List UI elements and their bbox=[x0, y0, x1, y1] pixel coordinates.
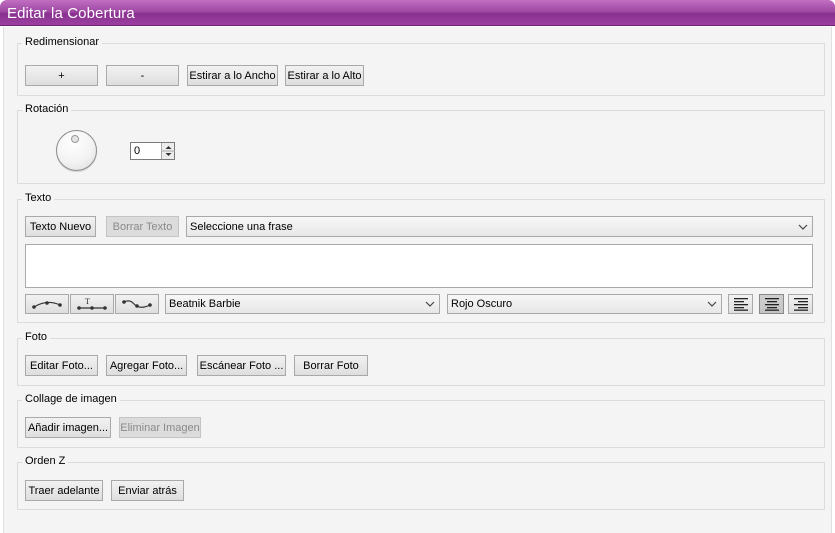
phrase-select[interactable]: Seleccione una frase bbox=[186, 216, 813, 237]
text-legend: Texto bbox=[22, 191, 55, 205]
add-photo-button[interactable]: Agregar Foto... bbox=[106, 355, 187, 376]
wave-path-icon bbox=[122, 300, 152, 308]
align-left-button[interactable] bbox=[728, 294, 753, 314]
rotation-group: Rotación 0 bbox=[17, 102, 825, 184]
send-back-button[interactable]: Enviar atrás bbox=[111, 480, 184, 501]
rotation-dial[interactable] bbox=[56, 130, 97, 171]
font-select[interactable]: Beatnik Barbie bbox=[165, 294, 440, 314]
rotation-spin-arrows[interactable] bbox=[161, 143, 175, 159]
spin-arrows-icon bbox=[162, 146, 175, 156]
align-center-button[interactable] bbox=[759, 294, 784, 314]
chevron-down-icon bbox=[425, 301, 435, 307]
font-select-value: Beatnik Barbie bbox=[169, 298, 241, 310]
align-right-button[interactable] bbox=[788, 294, 813, 314]
arc-path-icon bbox=[32, 301, 62, 309]
svg-text:T: T bbox=[85, 297, 90, 306]
text-group: Texto Texto Nuevo Borrar Texto Seleccion… bbox=[17, 191, 825, 323]
straight-path-icon: T bbox=[77, 297, 107, 310]
phrase-select-value: Seleccione una frase bbox=[190, 220, 293, 233]
enlarge-button[interactable]: + bbox=[25, 65, 98, 86]
zorder-legend: Orden Z bbox=[22, 454, 69, 468]
resize-legend: Redimensionar bbox=[22, 35, 102, 49]
rotation-spinbox[interactable]: 0 bbox=[130, 142, 175, 160]
straight-path-button[interactable]: T bbox=[70, 294, 114, 314]
photo-group: Foto Editar Foto... Agregar Foto... Escá… bbox=[17, 330, 825, 386]
photo-legend: Foto bbox=[22, 330, 51, 344]
fit-height-button[interactable]: Estirar a lo Alto bbox=[285, 65, 364, 86]
rotation-legend: Rotación bbox=[22, 102, 72, 116]
zorder-group: Orden Z Traer adelante Enviar atrás bbox=[17, 454, 825, 510]
add-image-button[interactable]: Añadir imagen... bbox=[25, 417, 111, 438]
bring-front-button[interactable]: Traer adelante bbox=[25, 480, 103, 501]
chevron-down-icon bbox=[707, 301, 717, 307]
edit-photo-button[interactable]: Editar Foto... bbox=[25, 355, 98, 376]
collage-legend: Collage de imagen bbox=[22, 392, 120, 406]
title-bar: Editar la Cobertura bbox=[0, 0, 835, 26]
rotation-dial-handle[interactable] bbox=[71, 135, 79, 143]
resize-group: Redimensionar + - Estirar a lo Ancho Est… bbox=[17, 35, 825, 96]
text-input-area[interactable] bbox=[25, 244, 813, 288]
window-title: Editar la Cobertura bbox=[7, 5, 135, 22]
align-right-icon bbox=[793, 298, 808, 311]
new-text-button[interactable]: Texto Nuevo bbox=[25, 216, 96, 237]
chevron-down-icon bbox=[798, 224, 808, 230]
align-center-icon bbox=[764, 298, 779, 311]
arc-path-button[interactable] bbox=[25, 294, 69, 314]
color-select-value: Rojo Oscuro bbox=[451, 298, 513, 310]
fit-width-button[interactable]: Estirar a lo Ancho bbox=[187, 65, 278, 86]
delete-photo-button[interactable]: Borrar Foto bbox=[294, 355, 368, 376]
cover-edit-panel: Redimensionar + - Estirar a lo Ancho Est… bbox=[3, 27, 832, 533]
shrink-button[interactable]: - bbox=[106, 65, 179, 86]
scan-photo-button[interactable]: Escánear Foto ... bbox=[197, 355, 286, 376]
delete-text-button[interactable]: Borrar Texto bbox=[106, 216, 179, 237]
wave-path-button[interactable] bbox=[115, 294, 159, 314]
rotation-value: 0 bbox=[134, 145, 141, 157]
remove-image-button[interactable]: Eliminar Imagen bbox=[119, 417, 201, 438]
color-select[interactable]: Rojo Oscuro bbox=[447, 294, 722, 314]
align-left-icon bbox=[733, 298, 748, 311]
collage-group: Collage de imagen Añadir imagen... Elimi… bbox=[17, 392, 825, 448]
